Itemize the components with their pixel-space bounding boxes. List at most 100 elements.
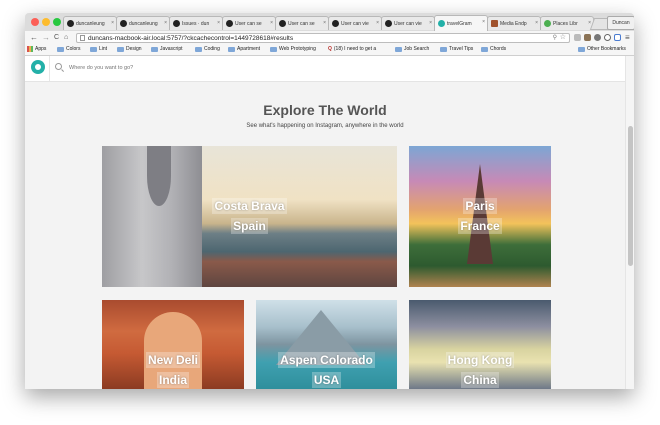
tab-label: Media Endp — [500, 20, 527, 27]
scrollbar[interactable] — [625, 56, 634, 389]
search-icon: ⚲ — [552, 35, 557, 41]
page-icon — [80, 35, 85, 41]
extension-icon[interactable] — [574, 34, 581, 41]
folder-icon — [195, 46, 202, 52]
tab-label: duncanleung — [76, 20, 105, 27]
profile-button[interactable]: Duncan — [607, 16, 634, 30]
close-tab-icon[interactable]: × — [164, 20, 167, 26]
github-icon — [120, 20, 127, 27]
card-country: Spain — [231, 218, 268, 234]
browser-tab-active[interactable]: travelGram × — [434, 15, 488, 31]
close-tab-icon[interactable]: × — [429, 20, 432, 26]
card-country: China — [461, 372, 499, 388]
bookmark-folder[interactable]: Apartment — [228, 46, 260, 52]
menu-icon[interactable]: ≡ — [625, 33, 630, 43]
folder-icon — [395, 46, 402, 52]
card-city: Paris — [463, 198, 497, 214]
navigation-bar: ← → C ⌂ duncans-macbook-air.local:5757/?… — [25, 31, 634, 45]
reload-icon[interactable]: C — [54, 33, 59, 43]
tab-label: User can vie — [394, 20, 422, 27]
app-search-bar — [25, 56, 625, 82]
browser-tab[interactable]: Places Libr × — [540, 16, 594, 30]
github-icon — [332, 20, 339, 27]
bookmark-folder[interactable]: Lint — [90, 46, 107, 52]
extension-icon[interactable] — [584, 34, 591, 41]
close-tab-icon[interactable]: × — [111, 20, 114, 26]
folder-icon — [57, 46, 64, 52]
card-city: New Deli — [145, 352, 200, 368]
browser-tab[interactable]: User can vie × — [328, 16, 382, 30]
browser-tab[interactable]: duncanleung × — [63, 16, 117, 30]
tab-label: User can vie — [341, 20, 369, 27]
location-pin-logo-icon[interactable] — [31, 60, 45, 74]
bookmark-folder[interactable]: Coding — [195, 46, 220, 52]
info-icon[interactable] — [604, 34, 611, 41]
page-subtitle: See what's happening on Instagram, anywh… — [246, 123, 404, 129]
places-icon — [544, 20, 551, 27]
browser-tab[interactable]: Issues · dun × — [169, 16, 223, 30]
minimize-window-icon[interactable] — [42, 18, 50, 26]
bookmark-link[interactable]: Q (18) I need to get a — [328, 46, 376, 52]
maximize-window-icon[interactable] — [53, 18, 61, 26]
destination-card-new-deli[interactable]: New Deli India — [102, 300, 244, 389]
scrollbar-thumb[interactable] — [628, 126, 633, 266]
browser-tab[interactable]: duncanleung × — [116, 16, 170, 30]
tab-label: User can se — [235, 20, 262, 27]
close-tab-icon[interactable]: × — [270, 20, 273, 26]
cast-icon[interactable] — [614, 34, 621, 41]
folder-icon — [151, 46, 158, 52]
tab-strip: duncanleung × duncanleung × Issues · dun × … — [25, 13, 634, 31]
other-bookmarks[interactable]: Other Bookmarks — [578, 46, 626, 52]
home-icon[interactable]: ⌂ — [64, 33, 68, 43]
location-pin-icon — [438, 20, 445, 27]
bookmark-folder[interactable]: Javascript — [151, 46, 183, 52]
bookmark-folder[interactable]: Web Prototyping — [270, 46, 316, 52]
browser-tab[interactable]: User can vie × — [381, 16, 435, 30]
forward-icon[interactable]: → — [42, 33, 50, 43]
card-caption: Costa Brava Spain — [102, 196, 397, 236]
page-title: Explore The World — [263, 102, 387, 118]
close-window-icon[interactable] — [31, 18, 39, 26]
bookmark-star-icon[interactable]: ☆ — [560, 33, 566, 42]
folder-icon — [481, 46, 488, 52]
back-icon[interactable]: ← — [30, 33, 38, 43]
bookmark-apps[interactable]: Apps — [27, 46, 46, 52]
browser-tab[interactable]: User can se × — [275, 16, 329, 30]
tab-label: User can se — [288, 20, 315, 27]
bookmark-folder[interactable]: Travel Tips — [440, 46, 473, 52]
destination-card-costa-brava[interactable]: Costa Brava Spain — [102, 146, 397, 287]
search-input[interactable] — [69, 62, 369, 74]
folder-icon — [228, 46, 235, 52]
bookmarks-bar: Apps Colors Lint Design Javascript Codin… — [25, 45, 634, 56]
card-caption: Aspen Colorado USA — [256, 350, 397, 389]
card-city: Aspen Colorado — [278, 352, 375, 368]
tab-label: Issues · dun — [182, 20, 210, 27]
bookmark-folder[interactable]: Job Search — [395, 46, 429, 52]
close-tab-icon[interactable]: × — [482, 19, 485, 25]
close-tab-icon[interactable]: × — [376, 20, 379, 26]
address-bar[interactable]: duncans-macbook-air.local:5757/?ckcachec… — [76, 33, 570, 43]
folder-icon — [578, 46, 585, 52]
destination-card-paris[interactable]: Paris France — [409, 146, 551, 287]
card-city: Costa Brava — [212, 198, 287, 214]
close-tab-icon[interactable]: × — [323, 20, 326, 26]
browser-tab[interactable]: User can se × — [222, 16, 276, 30]
close-tab-icon[interactable]: × — [535, 20, 538, 26]
bookmark-folder[interactable]: Colors — [57, 46, 80, 52]
github-icon — [173, 20, 180, 27]
browser-tab[interactable]: Media Endp × — [487, 16, 541, 30]
destination-card-hong-kong[interactable]: Hong Kong China — [409, 300, 551, 389]
destination-card-aspen-colorado[interactable]: Aspen Colorado USA — [256, 300, 397, 389]
quora-icon: Q — [328, 46, 332, 52]
folder-icon — [270, 46, 277, 52]
bookmark-folder[interactable]: Chords — [481, 46, 506, 52]
page-content: Explore The World See what's happening o… — [25, 56, 634, 389]
apps-grid-icon — [27, 46, 33, 52]
close-tab-icon[interactable]: × — [217, 20, 220, 26]
github-icon — [226, 20, 233, 27]
bookmark-folder[interactable]: Design — [117, 46, 142, 52]
card-caption: New Deli India — [102, 350, 244, 389]
folder-icon — [90, 46, 97, 52]
shield-icon[interactable] — [594, 34, 601, 41]
folder-icon — [117, 46, 124, 52]
